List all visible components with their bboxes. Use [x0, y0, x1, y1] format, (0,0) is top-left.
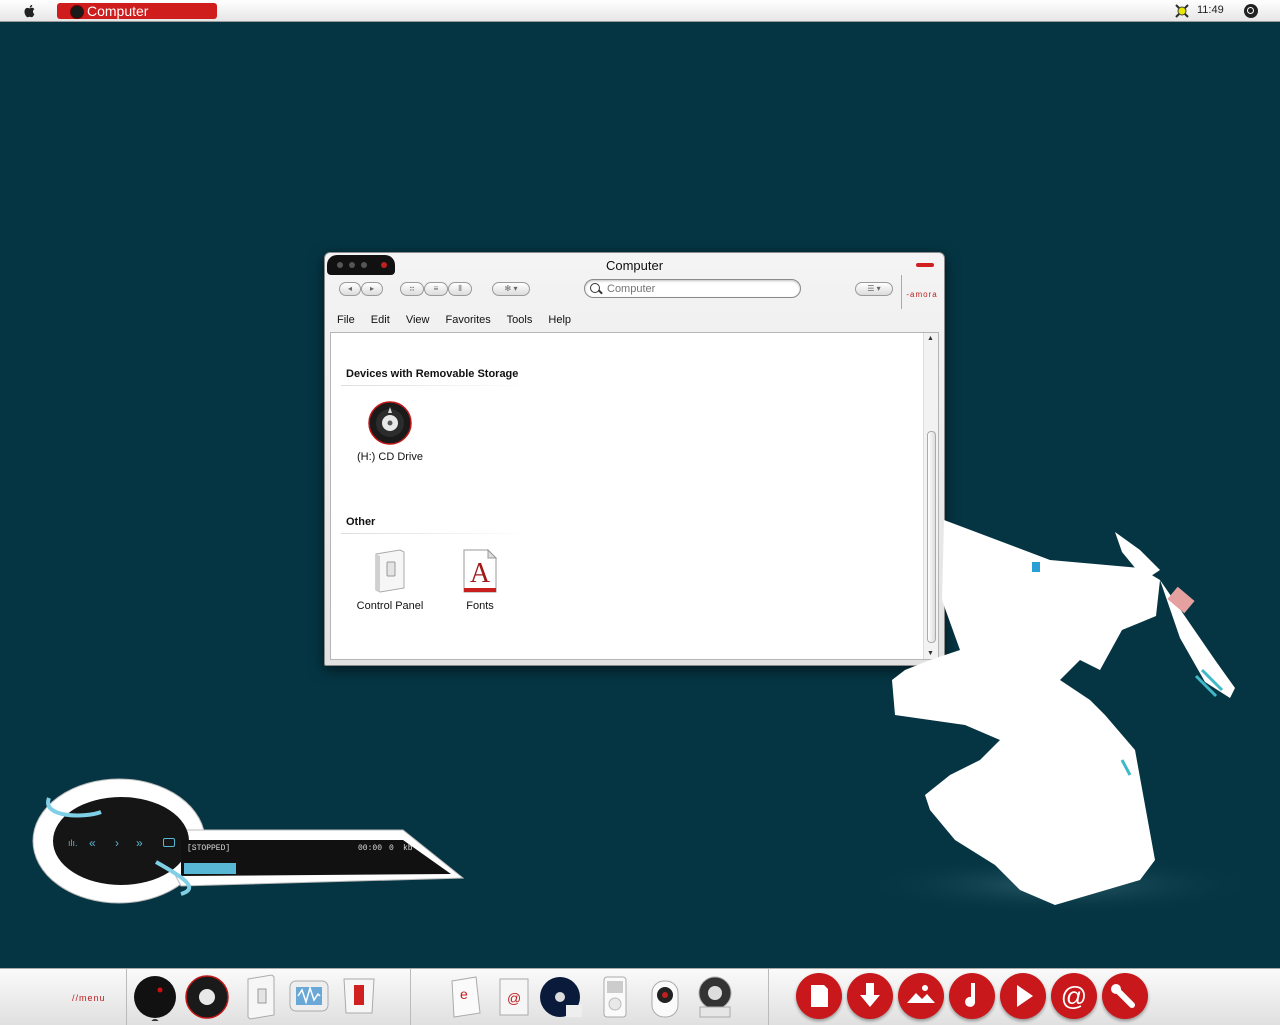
svg-text:@: @ [1061, 981, 1087, 1011]
brand-logo: -amora [901, 275, 942, 309]
player-khz: kb [403, 844, 413, 853]
search-icon [590, 283, 600, 293]
document-icon[interactable] [796, 973, 842, 1019]
computer-window: Computer ◂ ▸ ⠶ ≡ ⫴ ✻ ▾ ☰ ▾ -amora File E… [324, 252, 945, 666]
ipod-icon[interactable] [592, 973, 638, 1021]
active-app-name: Computer [87, 3, 149, 19]
cd-drive-icon[interactable] [184, 973, 230, 1021]
dock-divider [410, 969, 411, 1025]
dock-divider [768, 969, 769, 1025]
player-status: [STOPPED] [187, 844, 231, 853]
tools-icon[interactable] [1102, 973, 1148, 1019]
player-time: 00:00 [358, 844, 383, 853]
cd-drive-item[interactable]: (H:) CD Drive [345, 401, 435, 463]
view-columns-button[interactable]: ⫴ [448, 282, 472, 296]
play-button[interactable]: › [115, 836, 119, 850]
player-chrome [32, 778, 465, 904]
control-panel-icon [375, 549, 405, 593]
at-icon[interactable]: @ [1051, 973, 1097, 1019]
svg-text:@: @ [507, 990, 521, 1006]
play-icon[interactable] [1000, 973, 1046, 1019]
mail-icon[interactable]: @ [492, 973, 538, 1021]
webcam-icon[interactable] [642, 973, 688, 1021]
dock-divider [126, 969, 127, 1025]
section-title-removable: Devices with Removable Storage [346, 368, 519, 380]
active-app-indicator[interactable]: Computer [57, 3, 217, 19]
cd-drive-icon [368, 401, 412, 445]
menu-help[interactable]: Help [548, 314, 571, 326]
view-list-button[interactable]: ≡ [424, 282, 448, 296]
dock: //menu e @ @ [0, 968, 1280, 1025]
dvd-icon[interactable] [538, 973, 584, 1021]
cd-drive-label: (H:) CD Drive [357, 451, 423, 463]
robot-wallpaper-art [860, 520, 1260, 915]
network-tray-icon[interactable] [1174, 3, 1190, 19]
fonts-label: Fonts [466, 600, 494, 612]
archive-icon[interactable] [336, 973, 382, 1021]
clock[interactable]: 11:49 [1197, 4, 1224, 16]
fonts-icon: A [463, 548, 498, 593]
player-bitrate: 0 [389, 844, 394, 853]
orb-icon[interactable] [132, 973, 178, 1021]
menu-bar: Computer 11:49 [0, 0, 1280, 22]
control-panel-icon[interactable] [238, 973, 284, 1021]
system-icon[interactable] [692, 973, 738, 1021]
window-accent-mark [916, 263, 934, 267]
dock-menu-label[interactable]: //menu [72, 993, 106, 1003]
svg-text:e: e [460, 986, 468, 1002]
apple-icon[interactable] [22, 3, 38, 19]
search-field[interactable] [584, 279, 801, 298]
action-gear-button[interactable]: ✻ ▾ [492, 282, 530, 296]
view-icons-button[interactable]: ⠶ [400, 282, 424, 296]
section-divider [341, 385, 531, 386]
control-panel-item[interactable]: Control Panel [345, 548, 435, 612]
svg-text:A: A [470, 558, 491, 589]
app-orb-icon [70, 5, 84, 19]
window-title: Computer [605, 258, 664, 273]
menu-tools[interactable]: Tools [507, 314, 533, 326]
previous-track-button[interactable]: « [89, 836, 96, 850]
menu-favorites[interactable]: Favorites [446, 314, 491, 326]
fonts-item[interactable]: A Fonts [435, 548, 525, 612]
browser-icon[interactable]: e [442, 973, 488, 1021]
scroll-up-icon[interactable]: ▲ [927, 335, 934, 342]
section-divider [341, 533, 531, 534]
section-title-other: Other [346, 516, 376, 528]
back-button[interactable]: ◂ [339, 282, 361, 296]
music-icon[interactable] [949, 973, 995, 1019]
visualizer-button[interactable]: ılı. [68, 838, 78, 848]
forward-button[interactable]: ▸ [361, 282, 383, 296]
spotlight-search-icon[interactable] [1244, 4, 1258, 18]
search-input[interactable] [607, 281, 787, 296]
control-panel-label: Control Panel [356, 600, 424, 612]
audio-wave-icon[interactable] [286, 973, 332, 1021]
arrange-button[interactable]: ☰ ▾ [855, 282, 893, 296]
media-player-widget: ılı. « › » [STOPPED] 00:00 0 kb [31, 778, 465, 908]
photos-icon[interactable] [898, 973, 944, 1019]
menu-file[interactable]: File [337, 314, 355, 326]
next-track-button[interactable]: » [136, 836, 143, 850]
download-icon[interactable] [847, 973, 893, 1019]
file-pane: Devices with Removable Storage (H:) CD D… [330, 332, 939, 660]
menu-row: File Edit View Favorites Tools Help [337, 314, 584, 326]
playlist-button[interactable] [163, 838, 175, 847]
menu-view[interactable]: View [406, 314, 430, 326]
menu-edit[interactable]: Edit [371, 314, 390, 326]
